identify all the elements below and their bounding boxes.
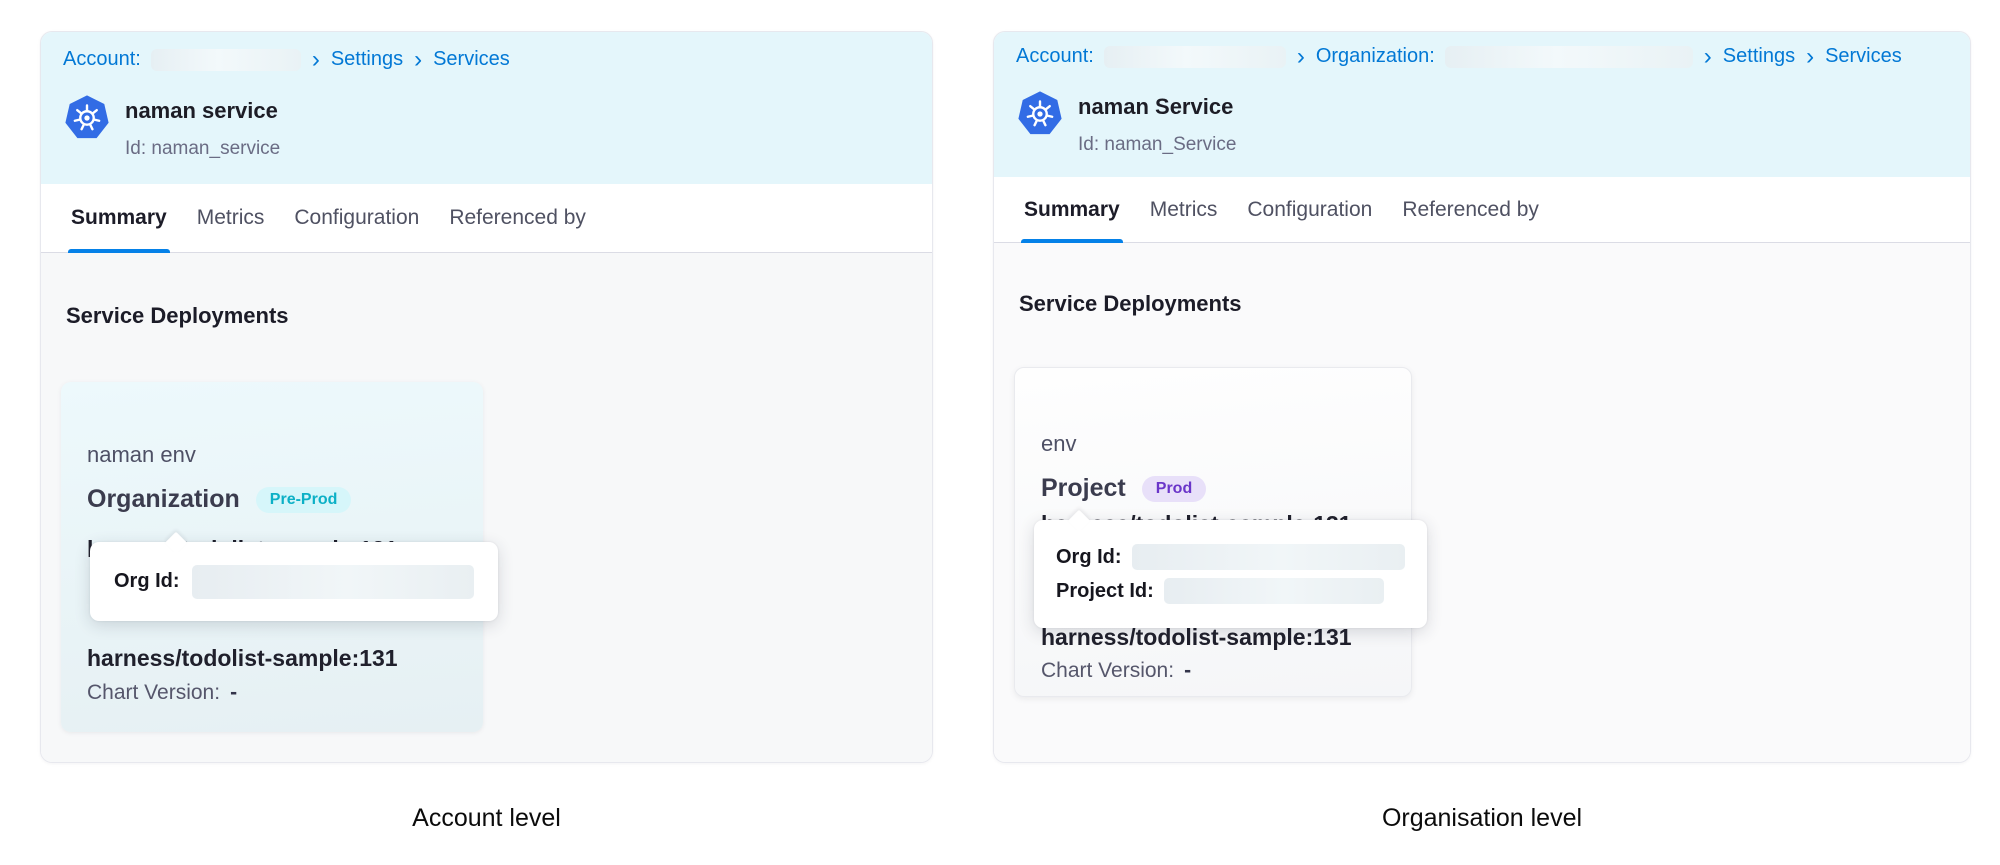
service-tabs: Summary Metrics Configuration Referenced… [41,184,932,253]
tab-metrics[interactable]: Metrics [197,184,265,252]
section-title-service-deployments: Service Deployments [1019,291,1242,317]
service-id: Id: naman_service [125,138,280,160]
scope-row: Organization Pre-Prod [87,485,351,514]
chart-version-line: Chart Version:- [1041,659,1191,683]
chart-version-value: - [230,681,237,704]
breadcrumb-chevron-icon: › [413,50,423,70]
env-type-badge: Pre-Prod [256,487,352,513]
account-level-panel: Account: › Settings › Services [40,31,933,763]
breadcrumb-account-link[interactable]: Account: [1016,45,1094,68]
chart-version-label: Chart Version: [1041,659,1174,682]
caption-organisation-level: Organisation level [993,804,1971,833]
breadcrumb: Account: › Organization: › Settings › Se… [1016,45,1902,68]
tab-summary[interactable]: Summary [71,184,167,252]
environment-name: env [1041,431,1076,457]
service-identity: naman service Id: naman_service [63,92,280,160]
redacted-project-id-value [1164,578,1384,604]
artifact-name: harness/todolist-sample:131 [1041,624,1352,651]
redacted-org-id-value [192,565,474,599]
scope-label[interactable]: Organization [87,485,240,514]
redacted-organization-name [1445,46,1693,68]
env-type-badge: Prod [1142,476,1206,502]
breadcrumb-chevron-icon: › [1703,47,1713,67]
id-tooltip: Org Id: Project Id: [1034,520,1427,628]
summary-tab-content: Service Deployments naman env Organizati… [41,253,932,762]
scope-row: Project Prod [1041,474,1206,503]
organisation-level-panel: Account: › Organization: › Settings › Se… [993,31,1971,763]
redacted-org-id-value [1132,544,1405,570]
tab-referenced-by[interactable]: Referenced by [449,184,586,252]
breadcrumb: Account: › Settings › Services [63,48,510,71]
kubernetes-icon [63,92,111,142]
tab-summary[interactable]: Summary [1024,177,1120,242]
service-id: Id: naman_Service [1078,134,1236,156]
chart-version-value: - [1184,659,1191,682]
service-tabs: Summary Metrics Configuration Referenced… [994,177,1970,243]
service-header-band: Account: › Settings › Services [41,32,932,184]
tooltip-row-project-id: Project Id: [1056,578,1405,604]
caption-account-level: Account level [40,804,933,833]
service-header-band: Account: › Organization: › Settings › Se… [994,32,1970,177]
breadcrumb-chevron-icon: › [311,50,321,70]
section-title-service-deployments: Service Deployments [66,303,289,329]
kubernetes-icon [1016,88,1064,138]
org-id-label: Org Id: [1056,546,1122,569]
org-id-label: Org Id: [114,570,180,593]
tab-configuration[interactable]: Configuration [294,184,419,252]
redacted-account-name [151,49,301,71]
redacted-account-name [1104,46,1286,68]
breadcrumb-services-link[interactable]: Services [1825,45,1902,68]
breadcrumb-settings-link[interactable]: Settings [331,48,403,71]
service-name: naman service [125,98,280,124]
breadcrumb-settings-link[interactable]: Settings [1723,45,1795,68]
chart-version-label: Chart Version: [87,681,220,704]
tab-metrics[interactable]: Metrics [1150,177,1218,242]
breadcrumb-account-link[interactable]: Account: [63,48,141,71]
screenshot-canvas: Account: › Settings › Services [0,0,2000,865]
service-name: naman Service [1078,94,1236,120]
breadcrumb-chevron-icon: › [1805,47,1815,67]
breadcrumb-organization-link[interactable]: Organization: [1316,45,1435,68]
scope-label[interactable]: Project [1041,474,1126,503]
tab-referenced-by[interactable]: Referenced by [1402,177,1539,242]
breadcrumb-services-link[interactable]: Services [433,48,510,71]
chart-version-line: Chart Version:- [87,681,237,705]
tab-configuration[interactable]: Configuration [1247,177,1372,242]
id-tooltip: Org Id: [90,542,498,621]
project-id-label: Project Id: [1056,580,1154,603]
summary-tab-content: Service Deployments env Project Prod har… [994,243,1970,762]
service-identity: naman Service Id: naman_Service [1016,88,1236,156]
tooltip-row-org-id: Org Id: [1056,544,1405,570]
environment-name: naman env [87,442,196,468]
breadcrumb-chevron-icon: › [1296,47,1306,67]
artifact-name: harness/todolist-sample:131 [87,645,398,672]
